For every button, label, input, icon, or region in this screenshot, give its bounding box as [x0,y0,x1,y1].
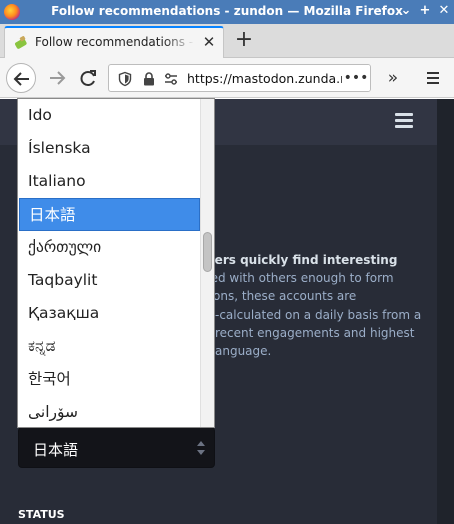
reload-button[interactable] [73,63,103,93]
new-tab-button[interactable]: + [231,28,257,54]
dropdown-scrollbar[interactable] [200,99,214,427]
back-button[interactable] [6,63,36,93]
page-actions-icon[interactable]: ••• [342,65,370,91]
back-arrow-icon [13,72,29,86]
window-title: Follow recommendations - zundon — Mozill… [51,4,403,18]
language-option[interactable]: سۆرانی [19,396,200,427]
site-menu-icon[interactable] [395,113,413,129]
language-option[interactable]: 한국어 [19,363,200,396]
shield-icon[interactable] [117,71,133,87]
language-option[interactable]: Қазақша [19,297,200,330]
navigation-toolbar: https://mastodon.zunda.n ••• » [0,58,454,98]
select-arrows-icon [197,441,205,455]
reload-icon [80,70,96,86]
status-section-label: STATUS [18,508,65,521]
tab-follow-recommendations[interactable]: Follow recommendations - zundon ✕ [4,26,224,58]
page-scrollbar[interactable] [437,99,454,524]
dropdown-scrollbar-thumb[interactable] [203,232,212,272]
app-menu-button[interactable] [418,63,448,93]
tab-title: Follow recommendations - zundon [35,35,195,49]
forward-arrow-icon [50,71,66,85]
permissions-icon[interactable] [163,71,179,87]
hamburger-menu-icon [427,72,439,84]
url-text[interactable]: https://mastodon.zunda.n [187,71,348,86]
maximize-icon[interactable]: + [417,3,433,19]
language-option[interactable]: ქართული [19,231,200,264]
tab-close-icon[interactable]: ✕ [201,34,217,50]
language-select[interactable]: 日本語 [18,427,215,468]
tab-bar: Follow recommendations - zundon ✕ + [0,24,454,58]
language-option[interactable]: Ido [19,99,200,132]
language-option[interactable]: ಕನ್ನಡ [19,330,200,363]
url-bar[interactable]: https://mastodon.zunda.n ••• [108,64,371,92]
window-titlebar: Follow recommendations - zundon — Mozill… [0,0,454,24]
minimize-icon[interactable]: ⌄ [398,3,414,19]
lock-icon[interactable] [141,71,157,87]
close-window-icon[interactable]: ✕ [436,3,452,19]
language-dropdown-list[interactable]: Ido Íslenska Italiano 日本語 ქართული Taqbay… [17,98,215,428]
language-option-selected[interactable]: 日本語 [19,198,200,231]
language-option[interactable]: Íslenska [19,132,200,165]
language-select-value: 日本語 [33,441,79,459]
mastodon-favicon-icon [15,36,27,49]
forward-button[interactable] [42,63,72,93]
language-option[interactable]: Italiano [19,165,200,198]
language-option[interactable]: Taqbaylit [19,264,200,297]
description-bold-text: y users quickly find interesting [187,253,398,267]
overflow-menu-button[interactable]: » [378,63,408,93]
